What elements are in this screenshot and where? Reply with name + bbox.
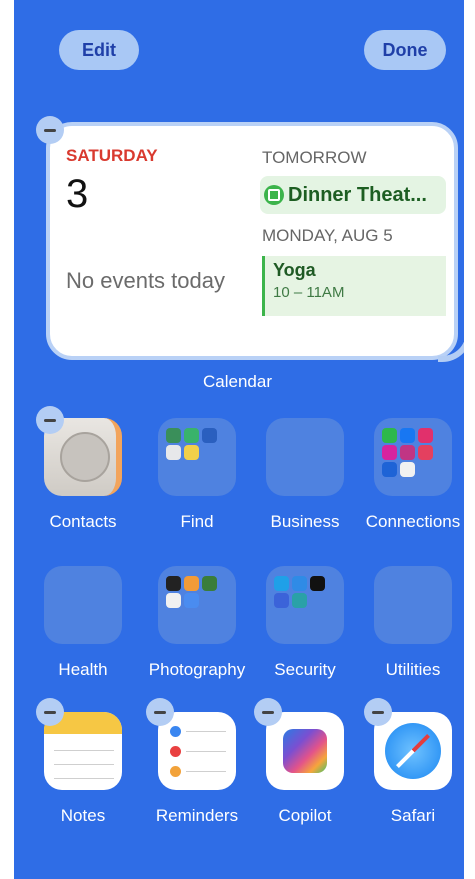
reminder-line: [186, 771, 226, 772]
app-mini-icon: [382, 445, 397, 460]
remove-calendar-widget-button[interactable]: [36, 116, 64, 144]
app-mini-icon: [382, 462, 397, 477]
app-mini-icon: [184, 593, 199, 608]
remove-copilot-button[interactable]: [254, 698, 282, 726]
app-mini-icon: [418, 445, 433, 460]
calendar-event-icon: [264, 185, 284, 205]
reminder-dot: [170, 746, 181, 757]
compass-icon: [385, 723, 441, 779]
monday-event[interactable]: Yoga 10 – 11AM: [262, 256, 446, 316]
app-label: Health: [58, 660, 108, 679]
app-safari[interactable]: Safari: [358, 712, 464, 826]
app-copilot[interactable]: Copilot: [250, 712, 360, 826]
app-mini-icon: [274, 576, 289, 591]
app-label: Utilities: [385, 660, 441, 679]
remove-contacts-button[interactable]: [36, 406, 64, 434]
widget-resize-handle[interactable]: [438, 318, 464, 362]
folder-icon: [374, 418, 452, 496]
app-mini-icon: [184, 428, 199, 443]
app-mini-icon: [166, 593, 181, 608]
folder-icon: [266, 566, 344, 644]
monday-label: MONDAY, AUG 5: [262, 226, 393, 245]
app-label: Safari: [390, 806, 436, 825]
reminder-dot: [170, 766, 181, 777]
app-reminders[interactable]: Reminders: [142, 712, 252, 826]
app-mini-icon: [400, 428, 415, 443]
home-screen: Edit Done SATURDAY 3 No events today TOM…: [14, 0, 464, 879]
app-mini-icon: [382, 428, 397, 443]
folder-business[interactable]: Business: [250, 418, 360, 532]
app-notes[interactable]: Notes: [28, 712, 138, 826]
folder-utilities[interactable]: Utilities: [358, 566, 464, 680]
app-label: Connections: [365, 512, 461, 531]
reminder-line: [186, 731, 226, 732]
today-date: 3: [66, 172, 89, 216]
folder-health[interactable]: Health: [28, 566, 138, 680]
app-mini-icon: [184, 576, 199, 591]
remove-safari-button[interactable]: [364, 698, 392, 726]
app-label: Copilot: [278, 806, 332, 825]
reminder-dot: [170, 726, 181, 737]
app-contacts[interactable]: Contacts: [28, 418, 138, 532]
copilot-logo: [283, 729, 327, 773]
folder-photography[interactable]: Photography: [142, 566, 252, 680]
no-events-text: No events today: [66, 268, 225, 293]
folder-connections[interactable]: Connections: [358, 418, 464, 532]
app-mini-icon: [400, 445, 415, 460]
reminders-icon: [158, 712, 236, 790]
app-mini-icon: [166, 428, 181, 443]
notes-line: [54, 778, 114, 779]
edit-button[interactable]: Edit: [59, 30, 139, 70]
tomorrow-event[interactable]: Dinner Theat...: [260, 176, 446, 214]
compass-needle: [396, 734, 430, 768]
app-label: Contacts: [49, 512, 117, 531]
remove-reminders-button[interactable]: [146, 698, 174, 726]
copilot-icon: [266, 712, 344, 790]
folder-icon: [158, 566, 236, 644]
folder-security[interactable]: Security: [250, 566, 360, 680]
tomorrow-label: TOMORROW: [262, 148, 367, 167]
app-label: Notes: [60, 806, 106, 825]
app-label: Reminders: [155, 806, 239, 825]
folder-icon: [44, 566, 122, 644]
remove-notes-button[interactable]: [36, 698, 64, 726]
folder-icon: [158, 418, 236, 496]
monday-event-time: 10 – 11AM: [273, 284, 345, 301]
folder-find[interactable]: Find: [142, 418, 252, 532]
app-mini-icon: [166, 576, 181, 591]
folder-icon: [374, 566, 452, 644]
folder-icon: [266, 418, 344, 496]
app-label: Photography: [148, 660, 246, 679]
app-mini-icon: [202, 576, 217, 591]
tomorrow-event-title: Dinner Theat...: [288, 183, 427, 206]
app-mini-icon: [184, 445, 199, 460]
done-button[interactable]: Done: [364, 30, 446, 70]
app-mini-icon: [292, 593, 307, 608]
calendar-widget-label: Calendar: [203, 372, 272, 391]
app-mini-icon: [292, 576, 307, 591]
app-mini-icon: [274, 593, 289, 608]
app-mini-icon: [310, 576, 325, 591]
app-label: Security: [274, 660, 336, 679]
reminder-line: [186, 751, 226, 752]
today-day-name: SATURDAY: [66, 146, 158, 165]
app-label: Business: [270, 512, 340, 531]
app-mini-icon: [202, 428, 217, 443]
app-label: Find: [180, 512, 214, 531]
notes-line: [54, 764, 114, 765]
app-mini-icon: [166, 445, 181, 460]
app-mini-icon: [400, 462, 415, 477]
notes-line: [54, 750, 114, 751]
app-mini-icon: [418, 428, 433, 443]
monday-event-title: Yoga: [273, 260, 316, 280]
